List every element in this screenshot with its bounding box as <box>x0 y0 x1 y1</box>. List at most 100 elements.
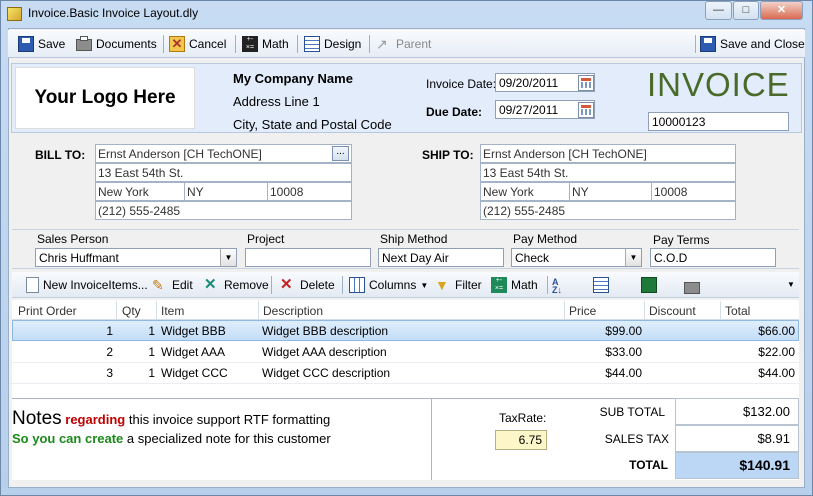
column-header-total[interactable]: Total <box>725 304 750 318</box>
pay-method-dropdown[interactable]: Check ▼ <box>511 248 642 267</box>
column-header-discount[interactable]: Discount <box>649 304 696 318</box>
caret-down-icon: ▼ <box>420 280 429 290</box>
design-grid-icon <box>304 36 320 52</box>
calculator-icon: +- ×= <box>491 277 507 293</box>
ship-to-zip: 10008 <box>654 185 688 199</box>
chevron-down-icon[interactable]: ▼ <box>220 249 236 266</box>
cancel-button[interactable]: ✕ Cancel <box>169 35 226 53</box>
column-divider[interactable] <box>564 301 565 319</box>
browse-customer-button[interactable]: ... <box>332 146 349 161</box>
notes-text-1: this invoice support RTF formatting <box>125 412 331 427</box>
title-bar[interactable]: Invoice.Basic Invoice Layout.dly — □ ✕ <box>0 0 811 28</box>
edit-button[interactable]: ✎ Edit <box>152 276 193 294</box>
ship-to-zip-field[interactable]: 10008 <box>651 182 736 201</box>
remove-x-icon: ✕ <box>204 276 217 293</box>
floppy-disk-icon <box>700 36 716 52</box>
ship-to-phone-field[interactable]: (212) 555-2485 <box>480 201 736 220</box>
new-invoice-items-button[interactable]: New InvoiceItems... <box>26 276 148 294</box>
parent-button[interactable]: ↗ Parent <box>376 35 431 53</box>
filter-button[interactable]: ▼ Filter <box>435 276 482 294</box>
ship-to-state-field[interactable]: NY <box>569 182 652 201</box>
items-toolbar: New InvoiceItems... ✎ Edit ✕ Remove ✕ De… <box>12 272 799 298</box>
ship-to-name: Ernst Anderson [CH TechONE] <box>483 147 647 161</box>
bill-to-city: New York <box>98 185 149 199</box>
sales-person-dropdown[interactable]: Chris Huffmant ▼ <box>35 248 237 267</box>
project-field[interactable] <box>245 248 371 267</box>
documents-button[interactable]: Documents <box>76 35 157 53</box>
print-order-cell: 2 <box>106 345 113 359</box>
bill-to-zip-field[interactable]: 10008 <box>267 182 352 201</box>
price-cell: $44.00 <box>605 366 642 380</box>
toolbar-separator <box>695 35 696 53</box>
group-rows-icon[interactable] <box>593 277 610 293</box>
bill-to-zip: 10008 <box>270 185 304 199</box>
column-divider[interactable] <box>720 301 721 319</box>
minimize-button[interactable]: — <box>705 1 732 20</box>
bill-to-phone-field[interactable]: (212) 555-2485 <box>95 201 352 220</box>
bill-to-street-field[interactable]: 13 East 54th St. <box>95 163 352 182</box>
notes-editor[interactable]: Notes regarding this invoice support RTF… <box>12 399 432 480</box>
save-button[interactable]: Save <box>18 35 65 53</box>
due-date-value: 09/27/2011 <box>499 103 559 117</box>
delete-button[interactable]: ✕ Delete <box>280 276 335 294</box>
remove-button[interactable]: ✕ Remove <box>204 276 269 294</box>
columns-label: Columns <box>369 278 417 292</box>
design-button[interactable]: Design <box>304 35 361 53</box>
ship-to-street-field[interactable]: 13 East 54th St. <box>480 163 736 182</box>
column-divider[interactable] <box>156 301 157 319</box>
bill-to-state-field[interactable]: NY <box>184 182 268 201</box>
column-header-qty[interactable]: Qty <box>122 304 141 318</box>
tax-rate-field[interactable]: 6.75 <box>495 430 547 450</box>
sort-az-icon[interactable]: A Z↓ <box>552 278 568 295</box>
sales-person-label: Sales Person <box>37 232 109 246</box>
item-cell: Widget CCC <box>161 366 228 380</box>
calculator-icon: +- ×= <box>242 36 258 52</box>
ship-method-value: Next Day Air <box>382 251 449 265</box>
column-divider[interactable] <box>644 301 645 319</box>
calendar-icon[interactable] <box>578 75 594 91</box>
close-window-button[interactable]: ✕ <box>760 1 803 20</box>
column-divider[interactable] <box>116 301 117 319</box>
sales-tax-value: $8.91 <box>675 425 799 452</box>
column-header-price[interactable]: Price <box>569 304 596 318</box>
column-divider[interactable] <box>258 301 259 319</box>
bill-to-city-field[interactable]: New York <box>95 182 185 201</box>
description-cell: Widget AAA description <box>262 345 387 359</box>
ship-method-field[interactable]: Next Day Air <box>378 248 504 267</box>
table-row[interactable]: 2 1 Widget AAA Widget AAA description $3… <box>12 342 799 363</box>
ship-to-name-field[interactable]: Ernst Anderson [CH TechONE] <box>480 144 736 163</box>
table-row[interactable]: 1 1 Widget BBB Widget BBB description $9… <box>12 320 799 341</box>
column-header-description[interactable]: Description <box>263 304 323 318</box>
calendar-icon[interactable] <box>578 102 594 118</box>
printer-icon[interactable] <box>684 282 701 294</box>
math-button[interactable]: +- ×= Math <box>242 35 289 53</box>
column-header-item[interactable]: Item <box>161 304 184 318</box>
maximize-button[interactable]: □ <box>733 1 759 20</box>
columns-grid-icon <box>349 277 365 293</box>
subtotal-value: $132.00 <box>675 398 799 425</box>
ship-to-city: New York <box>483 185 534 199</box>
tax-rate-label: TaxRate: <box>499 411 547 425</box>
notes-text-2: a specialized note for this customer <box>123 431 331 446</box>
column-header-print-order[interactable]: Print Order <box>18 304 77 318</box>
company-logo[interactable]: Your Logo Here <box>15 67 195 129</box>
invoice-number-field[interactable]: 10000123 <box>648 112 789 131</box>
columns-dropdown[interactable]: Columns ▼ <box>349 276 428 294</box>
bill-to-name: Ernst Anderson [CH TechONE] <box>98 147 262 161</box>
toolbar-separator <box>547 276 548 294</box>
ship-to-city-field[interactable]: New York <box>480 182 570 201</box>
price-cell: $99.00 <box>605 324 642 338</box>
excel-export-icon[interactable] <box>640 277 657 293</box>
bill-to-name-field[interactable]: Ernst Anderson [CH TechONE] <box>95 144 352 163</box>
chevron-down-icon[interactable]: ▼ <box>625 249 641 266</box>
overflow-chevron-icon[interactable]: ▼ <box>787 280 795 289</box>
pay-method-label: Pay Method <box>513 232 578 246</box>
edit-label: Edit <box>172 278 193 292</box>
toolbar-separator <box>235 35 236 53</box>
pay-terms-field[interactable]: C.O.D <box>650 248 776 267</box>
save-and-close-button[interactable]: Save and Close <box>700 35 805 53</box>
bill-to-label: BILL TO: <box>35 148 86 162</box>
table-row[interactable]: 3 1 Widget CCC Widget CCC description $4… <box>12 363 799 384</box>
items-math-button[interactable]: +- ×= Math <box>491 276 538 294</box>
notes-red-text: regarding <box>65 412 126 427</box>
